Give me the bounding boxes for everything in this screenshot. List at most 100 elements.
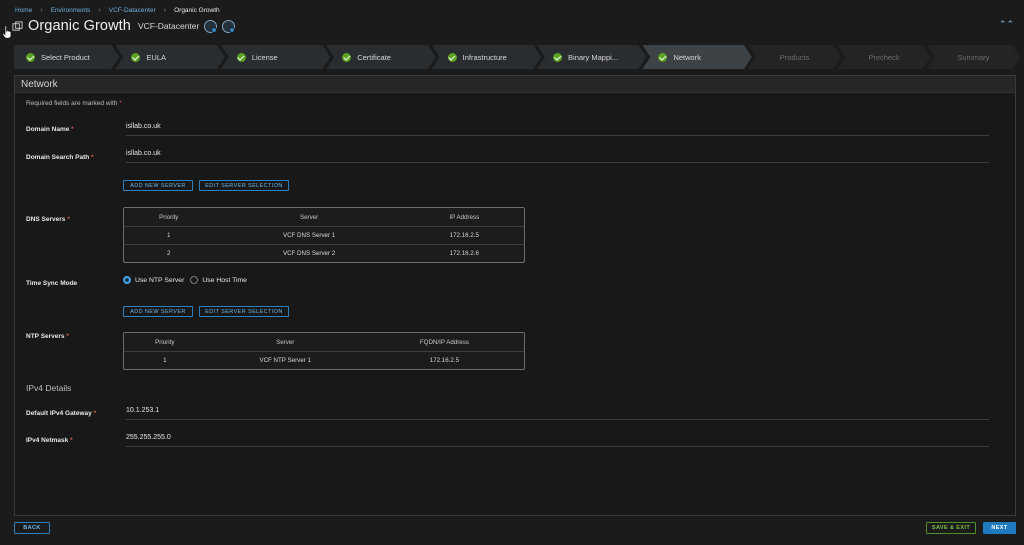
table-row[interactable]: 1 VCF DNS Server 1 172.16.2.5 <box>124 226 524 244</box>
required-asterisk: * <box>71 126 74 133</box>
column-header: Priority <box>159 213 179 221</box>
label-text: Domain Search Path <box>26 154 90 161</box>
column-header: FQDN/IP Address <box>419 338 469 346</box>
required-asterisk: * <box>91 154 94 161</box>
required-asterisk: * <box>119 100 122 107</box>
breadcrumb-current: Organic Growth <box>174 6 220 14</box>
edit-ntp-server-selection-button[interactable]: EDIT SERVER SELECTION <box>199 306 289 317</box>
domain-search-path-label: Domain Search Path * <box>26 154 94 161</box>
time-sync-mode-label: Time Sync Mode <box>26 280 78 287</box>
page-subtitle: VCF-Datacenter <box>137 21 200 31</box>
back-button[interactable]: BACK <box>14 522 50 534</box>
hand-cursor-icon <box>2 25 12 39</box>
step-license[interactable]: License <box>221 45 330 69</box>
step-precheck: Precheck <box>837 45 930 69</box>
page-header: Organic Growth VCF-Datacenter ⌃⌃ <box>12 15 1016 37</box>
product-status-icon-2[interactable] <box>222 19 236 33</box>
step-label: Summary <box>957 52 990 62</box>
breadcrumb-environments[interactable]: Environments <box>51 7 91 14</box>
table-row[interactable]: 1 VCF NTP Server 1 172.16.2.5 <box>124 351 524 369</box>
next-button[interactable]: NEXT <box>983 522 1016 534</box>
required-asterisk: * <box>70 437 73 444</box>
step-label: License <box>251 52 278 62</box>
check-circle-icon <box>448 53 457 62</box>
column-header: Priority <box>155 338 175 346</box>
table-header-row: Priority Server IP Address <box>124 208 524 226</box>
step-label: Infrastructure <box>462 52 507 62</box>
step-select-product[interactable]: Select Product <box>14 45 119 69</box>
chevron-right-icon: › <box>40 6 43 14</box>
step-label: Select Product <box>41 52 90 62</box>
radio-use-host-time[interactable]: Use Host Time <box>190 276 247 284</box>
step-binary-mapping[interactable]: Binary Mappi... <box>537 45 646 69</box>
label-text: Default IPv4 Gateway <box>26 410 92 417</box>
label-text: Domain Name <box>26 126 70 133</box>
default-gateway-input[interactable]: 10.1.253.1 <box>126 407 989 420</box>
step-label: Precheck <box>868 52 900 62</box>
cell-priority: 1 <box>167 232 171 239</box>
radio-label: Use Host Time <box>202 276 247 284</box>
radio-use-ntp-server[interactable]: Use NTP Server <box>123 276 184 284</box>
save-exit-button[interactable]: SAVE & EXIT <box>926 522 976 534</box>
required-asterisk: * <box>67 216 70 223</box>
table-row[interactable]: 2 VCF DNS Server 2 172.16.2.6 <box>124 244 524 262</box>
collapse-icon[interactable]: ⌃⌃ <box>999 19 1014 30</box>
add-dns-server-button[interactable]: ADD NEW SERVER <box>123 180 193 191</box>
cell-server: VCF NTP Server 1 <box>259 357 311 364</box>
label-text: NTP Servers <box>26 333 65 340</box>
radio-unchecked-icon[interactable] <box>190 276 199 284</box>
radio-label: Use NTP Server <box>135 276 185 284</box>
domain-name-label: Domain Name * <box>26 126 74 133</box>
cell-priority: 2 <box>167 250 171 257</box>
required-note: Required fields are marked with * <box>26 100 122 107</box>
breadcrumb: Home › Environments › VCF-Datacenter › O… <box>15 5 220 15</box>
column-header: Server <box>299 213 319 221</box>
dns-servers-table: Priority Server IP Address 1 VCF DNS Ser… <box>123 207 525 263</box>
step-label: EULA <box>146 52 166 62</box>
table-header-row: Priority Server FQDN/IP Address <box>124 333 524 351</box>
ipv4-details-heading: IPv4 Details <box>26 383 72 393</box>
cell-ip: 172.16.2.5 <box>449 232 479 239</box>
step-infrastructure[interactable]: Infrastructure <box>432 45 541 69</box>
label-text: IPv4 Netmask <box>26 437 69 444</box>
environment-icon <box>12 20 23 31</box>
check-circle-icon <box>658 53 667 62</box>
cell-server: VCF DNS Server 1 <box>282 232 336 239</box>
step-network[interactable]: Network <box>642 45 751 69</box>
cell-server: VCF DNS Server 2 <box>282 250 336 257</box>
step-label: Certificate <box>357 52 391 62</box>
domain-name-input[interactable]: isllab.co.uk <box>126 123 989 136</box>
dns-servers-label: DNS Servers * <box>26 216 70 223</box>
breadcrumb-home[interactable]: Home <box>15 7 32 14</box>
cell-fqdn-ip: 172.16.2.5 <box>429 357 460 364</box>
required-note-text: Required fields are marked with <box>26 100 118 107</box>
radio-checked-icon[interactable] <box>123 276 131 284</box>
breadcrumb-vcf-datacenter[interactable]: VCF-Datacenter <box>109 7 156 14</box>
ipv4-netmask-input[interactable]: 255.255.255.0 <box>126 434 989 447</box>
network-panel: Network Required fields are marked with … <box>14 75 1016 516</box>
default-gateway-label: Default IPv4 Gateway * <box>26 410 96 417</box>
cell-priority: 1 <box>163 357 167 364</box>
check-circle-icon <box>237 53 246 62</box>
step-summary: Summary <box>927 45 1020 69</box>
check-circle-icon <box>342 53 351 62</box>
check-circle-icon <box>131 53 140 62</box>
add-ntp-server-button[interactable]: ADD NEW SERVER <box>123 306 193 317</box>
cell-ip: 172.16.2.6 <box>449 250 479 257</box>
step-certificate[interactable]: Certificate <box>326 45 435 69</box>
ntp-servers-table: Priority Server FQDN/IP Address 1 VCF NT… <box>123 332 525 370</box>
required-asterisk: * <box>93 410 97 417</box>
edit-dns-server-selection-button[interactable]: EDIT SERVER SELECTION <box>199 180 289 191</box>
step-eula[interactable]: EULA <box>115 45 224 69</box>
step-products: Products <box>748 45 841 69</box>
ntp-servers-label: NTP Servers * <box>26 333 69 340</box>
chevron-right-icon: › <box>163 6 167 14</box>
domain-search-path-input[interactable]: isllab.co.uk <box>126 150 989 163</box>
product-status-icon[interactable] <box>204 19 218 33</box>
check-circle-icon <box>553 53 562 62</box>
label-text: DNS Servers <box>26 216 66 223</box>
check-circle-icon <box>26 53 35 62</box>
required-asterisk: * <box>66 333 69 340</box>
time-sync-radio-group: Use NTP Server Use Host Time <box>123 276 253 284</box>
step-label: Network <box>673 52 701 62</box>
